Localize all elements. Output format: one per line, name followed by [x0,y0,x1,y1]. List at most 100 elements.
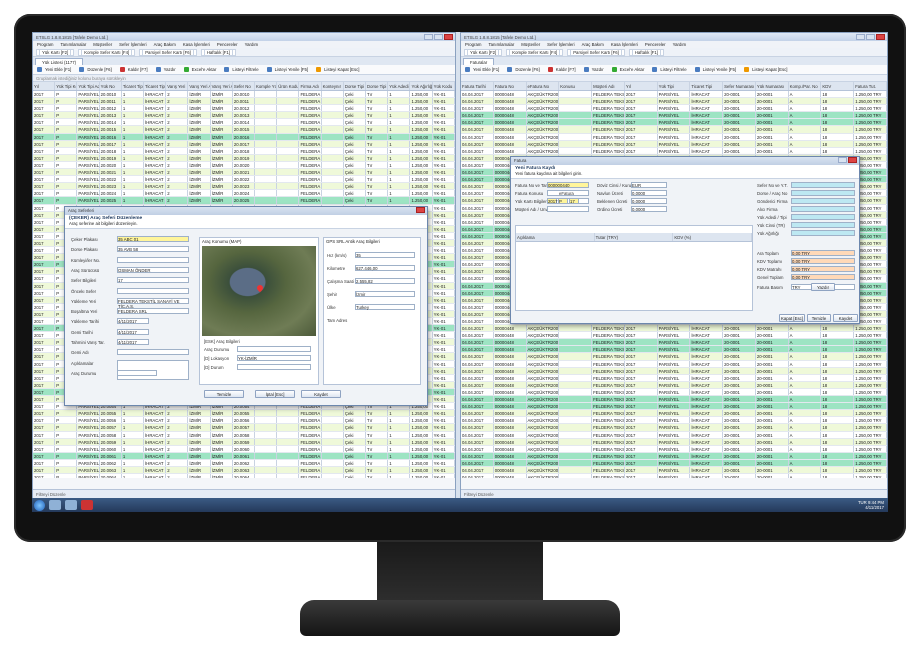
table-row[interactable]: 2017 P PARSİYEL 20.0056 1 İHRACAT 2 İZMİR İZMİR 2… [33,417,455,425]
form-field[interactable] [117,256,189,263]
form-field[interactable]: 35 AVB 58 [117,246,189,253]
table-row[interactable]: 2017 P PARSİYEL 20.0013 1 İHRACAT 2 İZMİR İZMİR 2… [33,112,455,120]
right-filter-footer[interactable]: Filtreyi Düzenle [461,489,887,498]
table-row[interactable]: 04.04.201700000448AKÇEÜKTR2000000 FELDERA… [461,381,887,389]
quick-button[interactable]: Yük Kartı [F2] [36,48,75,56]
taskbar-app-folder-icon[interactable] [65,500,77,510]
menu-item[interactable]: Program [37,42,53,47]
esk-field[interactable] [237,346,311,352]
quick-button[interactable]: Parsiyel Sefer Kartı [F6] [139,48,197,56]
table-row[interactable]: 04.04.201700000448AKÇEÜKTR2000000 FELDERA… [461,332,887,340]
fatura-field[interactable]: 000000440 [547,182,589,188]
form-field[interactable]: 4/11/2017 [117,328,149,335]
table-row[interactable]: 04.04.201700000448AKÇEÜKTR2000000 FELDERA… [461,119,887,127]
fatura-field[interactable]: 0,00 TRY [791,274,855,280]
table-row[interactable]: 04.04.201700000448AKÇEÜKTR2000000 FELDERA… [461,403,887,411]
toolbar-button[interactable]: Kaldır [F7] [118,67,152,72]
table-row[interactable]: 04.04.201700000448AKÇEÜKTR2000000 FELDERA… [461,474,887,478]
form-field[interactable]: 4/11/2017 [117,318,149,325]
table-row[interactable]: 04.04.201700000448AKÇEÜKTR2000000 FELDERA… [461,388,887,397]
toolbar-button[interactable]: Listeyi Filtrele [222,67,262,72]
table-row[interactable]: 2017 P PARSİYEL 20.0015 1 İHRACAT 2 İZMİR İZMİR 2… [33,126,455,134]
table-row[interactable]: 04.04.201700000448AKÇEÜKTR2000000 FELDERA… [461,133,887,141]
menu-item[interactable]: Tanımlamalar [488,42,514,47]
table-row[interactable]: 2017 P PARSİYEL 20.0062 1 İHRACAT 2 İZMİR İZMİR 2… [33,459,455,467]
table-row[interactable]: 2017 P PARSİYEL 20.0063 1 İHRACAT 2 İZMİR İZMİR 2… [33,466,455,475]
maximize-button[interactable] [434,34,443,40]
form-field[interactable]: 4/11/2017 [117,339,149,345]
fatura-field[interactable]: 0,00 TRY [791,266,855,272]
table-row[interactable]: 2017 P PARSİYEL 20.0055 1 İHRACAT 2 İZMİR İZMİR 2… [33,410,455,418]
menu-item[interactable]: Tanımlamalar [60,42,86,47]
quick-button[interactable]: Komple Sefer Kartı [F4] [78,48,136,56]
table-row[interactable]: 04.04.201700000448AKÇEÜKTR2000000 FELDERA… [461,98,887,106]
menu-item[interactable]: Kasa İşlemleri [611,42,638,47]
print-button[interactable]: Yazdır [811,283,835,291]
tab-faturalar[interactable]: Faturalar [463,58,495,65]
yk-field[interactable]: P [558,198,568,204]
tab-yuk-listesi[interactable]: Yük Listesi (1177) [35,58,84,65]
table-row[interactable]: 04.04.201700000448AKÇEÜKTR2000000 FELDERA… [461,396,887,404]
fatura-field[interactable] [791,182,855,188]
table-row[interactable]: 04.04.201700000448AKÇEÜKTR2000000 FELDERA… [461,105,887,113]
table-row[interactable]: 04.04.201700000448AKÇEÜKTR2000000 FELDERA… [461,445,887,453]
toolbar-button[interactable]: Yazdır [582,67,608,72]
close-button[interactable]: Kapat [Esc] [779,314,805,322]
table-row[interactable]: 2017 P PARSİYEL 20.0011 1 İHRACAT 2 İZMİR İZMİR 2… [33,98,455,106]
table-row[interactable]: 04.04.201700000448AKÇEÜKTR2000000 FELDERA… [461,431,887,439]
menu-item[interactable]: Araç Bakım [582,42,604,47]
fatura-field[interactable] [791,206,855,212]
toolbar-button[interactable]: Listeyi Filtrele [650,67,690,72]
table-row[interactable]: 04.04.201700000448AKÇEÜKTR2000000 FELDERA… [461,360,887,368]
table-row[interactable]: 2017 P PARSİYEL 20.0019 1 İHRACAT 2 İZMİR İZMİR 2… [33,154,455,162]
table-row[interactable]: 04.04.201700000448AKÇEÜKTR2000000 FELDERA… [461,147,887,155]
fatura-field[interactable]: 0,0000 [631,206,667,212]
fatura-field[interactable]: 0,00 TRY [791,250,855,256]
menu-item[interactable]: Program [465,42,481,47]
save-button[interactable]: Kaydet [F12] [833,314,858,322]
table-row[interactable]: 2017 P PARSİYEL 20.0021 1 İHRACAT 2 İZMİR İZMİR 2… [33,169,455,177]
taskbar-clock[interactable]: TUR 9:44 PM 4/11/2017 [858,500,888,510]
toolbar-button[interactable]: Yeni Ekle [F1] [35,67,75,72]
esk-field[interactable]: YK-İZMİR [237,355,311,361]
table-row[interactable]: 04.04.201700000448AKÇEÜKTR2000000 FELDERA… [461,112,887,120]
taskbar-app-etslg-icon[interactable] [81,500,93,510]
menu-item[interactable]: Sefer İşlemleri [119,42,146,47]
table-row[interactable]: 04.04.201700000448AKÇEÜKTR2000000 FELDERA… [461,466,887,475]
table-row[interactable]: 04.04.201700000448AKÇEÜKTR2000000 FELDERA… [461,438,887,446]
fatura-field[interactable] [791,214,855,220]
table-row[interactable]: 2017 P PARSİYEL 20.0016 1 İHRACAT 2 İZMİR İZMİR 2… [33,133,455,141]
form-field[interactable]: FELDERA TEKSTİL SANAYİ VE TİC.A.Ş. [117,297,189,309]
fatura-field[interactable]: EUR [631,182,667,188]
menu-item[interactable]: Pencereler [217,42,238,47]
close-button[interactable] [444,34,453,40]
form-field[interactable]: OSMAN ÖNDER [117,266,189,273]
menu-item[interactable]: Müşteriler [93,42,112,47]
esk-field[interactable] [237,364,311,370]
table-row[interactable]: 04.04.201700000448AKÇEÜKTR2000000 FELDERA… [461,459,887,467]
menu-item[interactable]: Müşteriler [521,42,540,47]
menu-item[interactable]: Yardım [673,42,687,47]
toolbar-button[interactable]: Listeyi Yenile [F5] [693,67,740,72]
efatura-checkbox[interactable]: eFatura [559,191,574,196]
table-row[interactable]: 2017 P PARSİYEL 20.0018 1 İHRACAT 2 İZMİR İZMİR 2… [33,147,455,155]
yk-field[interactable]: 17 [569,198,579,204]
table-row[interactable]: 04.04.201700000448AKÇEÜKTR2000000 FELDERA… [461,346,887,354]
fatura-field[interactable] [547,206,589,212]
toolbar-button[interactable]: Excel'e Aktar [610,67,649,72]
taskbar-app-explorer-icon[interactable] [49,500,61,510]
quick-button[interactable]: Haftalık [F1] [628,48,664,56]
toolbar-button[interactable]: Yeni Ekle [F1] [463,67,503,72]
table-row[interactable]: 2017 P PARSİYEL 20.0061 1 İHRACAT 2 İZMİR İZMİR 2… [33,452,455,460]
table-row[interactable]: 04.04.201700000448AKÇEÜKTR2000000 FELDERA… [461,325,887,333]
table-row[interactable]: 04.04.201700000448AKÇEÜKTR2000000 FELDERA… [461,452,887,460]
maximize-button[interactable] [866,34,875,40]
left-filter-footer[interactable]: Filtreyi Düzenle [33,489,455,498]
table-row[interactable]: 2017 P PARSİYEL 20.0064 1 İHRACAT 2 İZMİR İZMİR 2… [33,474,455,478]
minimize-button[interactable] [838,157,847,163]
close-button[interactable] [876,34,885,40]
fatura-field[interactable] [791,190,855,196]
close-button[interactable] [848,157,857,163]
table-row[interactable]: 04.04.201700000448AKÇEÜKTR2000000 FELDERA… [461,367,887,375]
table-row[interactable]: 2017 P PARSİYEL 20.0023 1 İHRACAT 2 İZMİR İZMİR 2… [33,183,455,191]
